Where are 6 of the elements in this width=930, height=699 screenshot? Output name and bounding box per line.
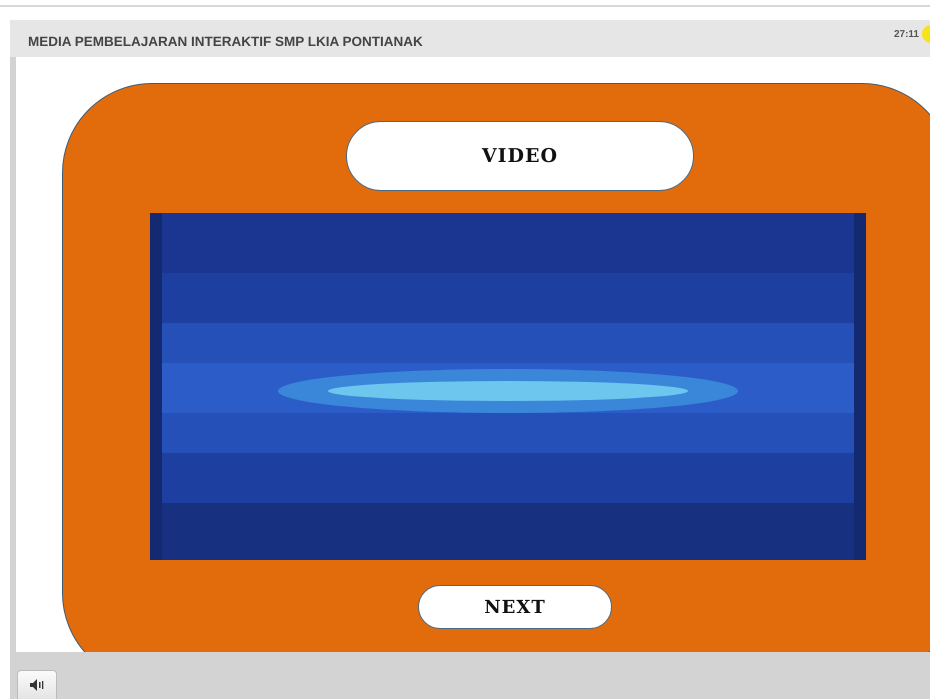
section-heading: VIDEO [346,121,694,191]
timer: 27:11 [894,29,919,40]
sound-button[interactable] [17,670,57,699]
speaker-icon [30,679,44,691]
course-title: MEDIA PEMBELAJARAN INTERAKTIF SMP LKIA PONTIANAK [28,34,423,49]
next-button[interactable]: NEXT [418,585,612,629]
